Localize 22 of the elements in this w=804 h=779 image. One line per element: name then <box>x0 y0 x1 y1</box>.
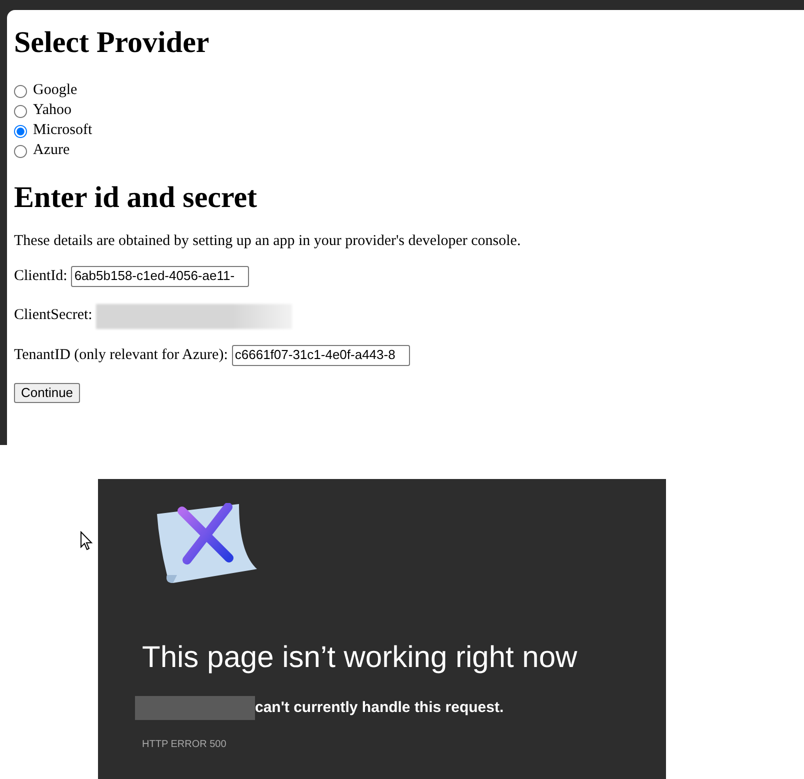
radio-label[interactable]: Azure <box>33 141 70 161</box>
input-field[interactable]: c6661f07-31c1-4e0f-a443-8 <box>232 345 410 366</box>
radio-button[interactable] <box>14 104 27 118</box>
radio-button[interactable] <box>14 84 27 98</box>
radio-label[interactable]: Microsoft <box>33 121 92 141</box>
error-message: can't currently handle this request. <box>255 698 504 718</box>
mouse-pointer-icon <box>80 531 93 551</box>
page-heading: Select Provider <box>14 26 210 59</box>
input-field[interactable]: 6ab5b158-c1ed-4056-ae11- <box>71 266 250 287</box>
radio-label[interactable]: Yahoo <box>33 101 72 121</box>
section-heading: Enter id and secret <box>14 181 258 214</box>
radio-button[interactable] <box>14 144 27 158</box>
description-text: These details are obtained by setting up an app in your provider's developer console. <box>14 232 522 251</box>
error-heading: This page isn’t working right now <box>142 641 578 674</box>
error-icon <box>155 503 259 585</box>
error-code: HTTP ERROR 500 <box>142 738 228 751</box>
radio-button[interactable] <box>14 124 27 138</box>
field-label: ClientSecret: <box>14 306 92 326</box>
field-label: TenantID (only relevant for Azure): <box>14 346 228 365</box>
radio-label[interactable]: Google <box>33 81 78 101</box>
continue-button[interactable]: Continue <box>14 382 80 404</box>
field-label: ClientId: <box>14 266 68 286</box>
